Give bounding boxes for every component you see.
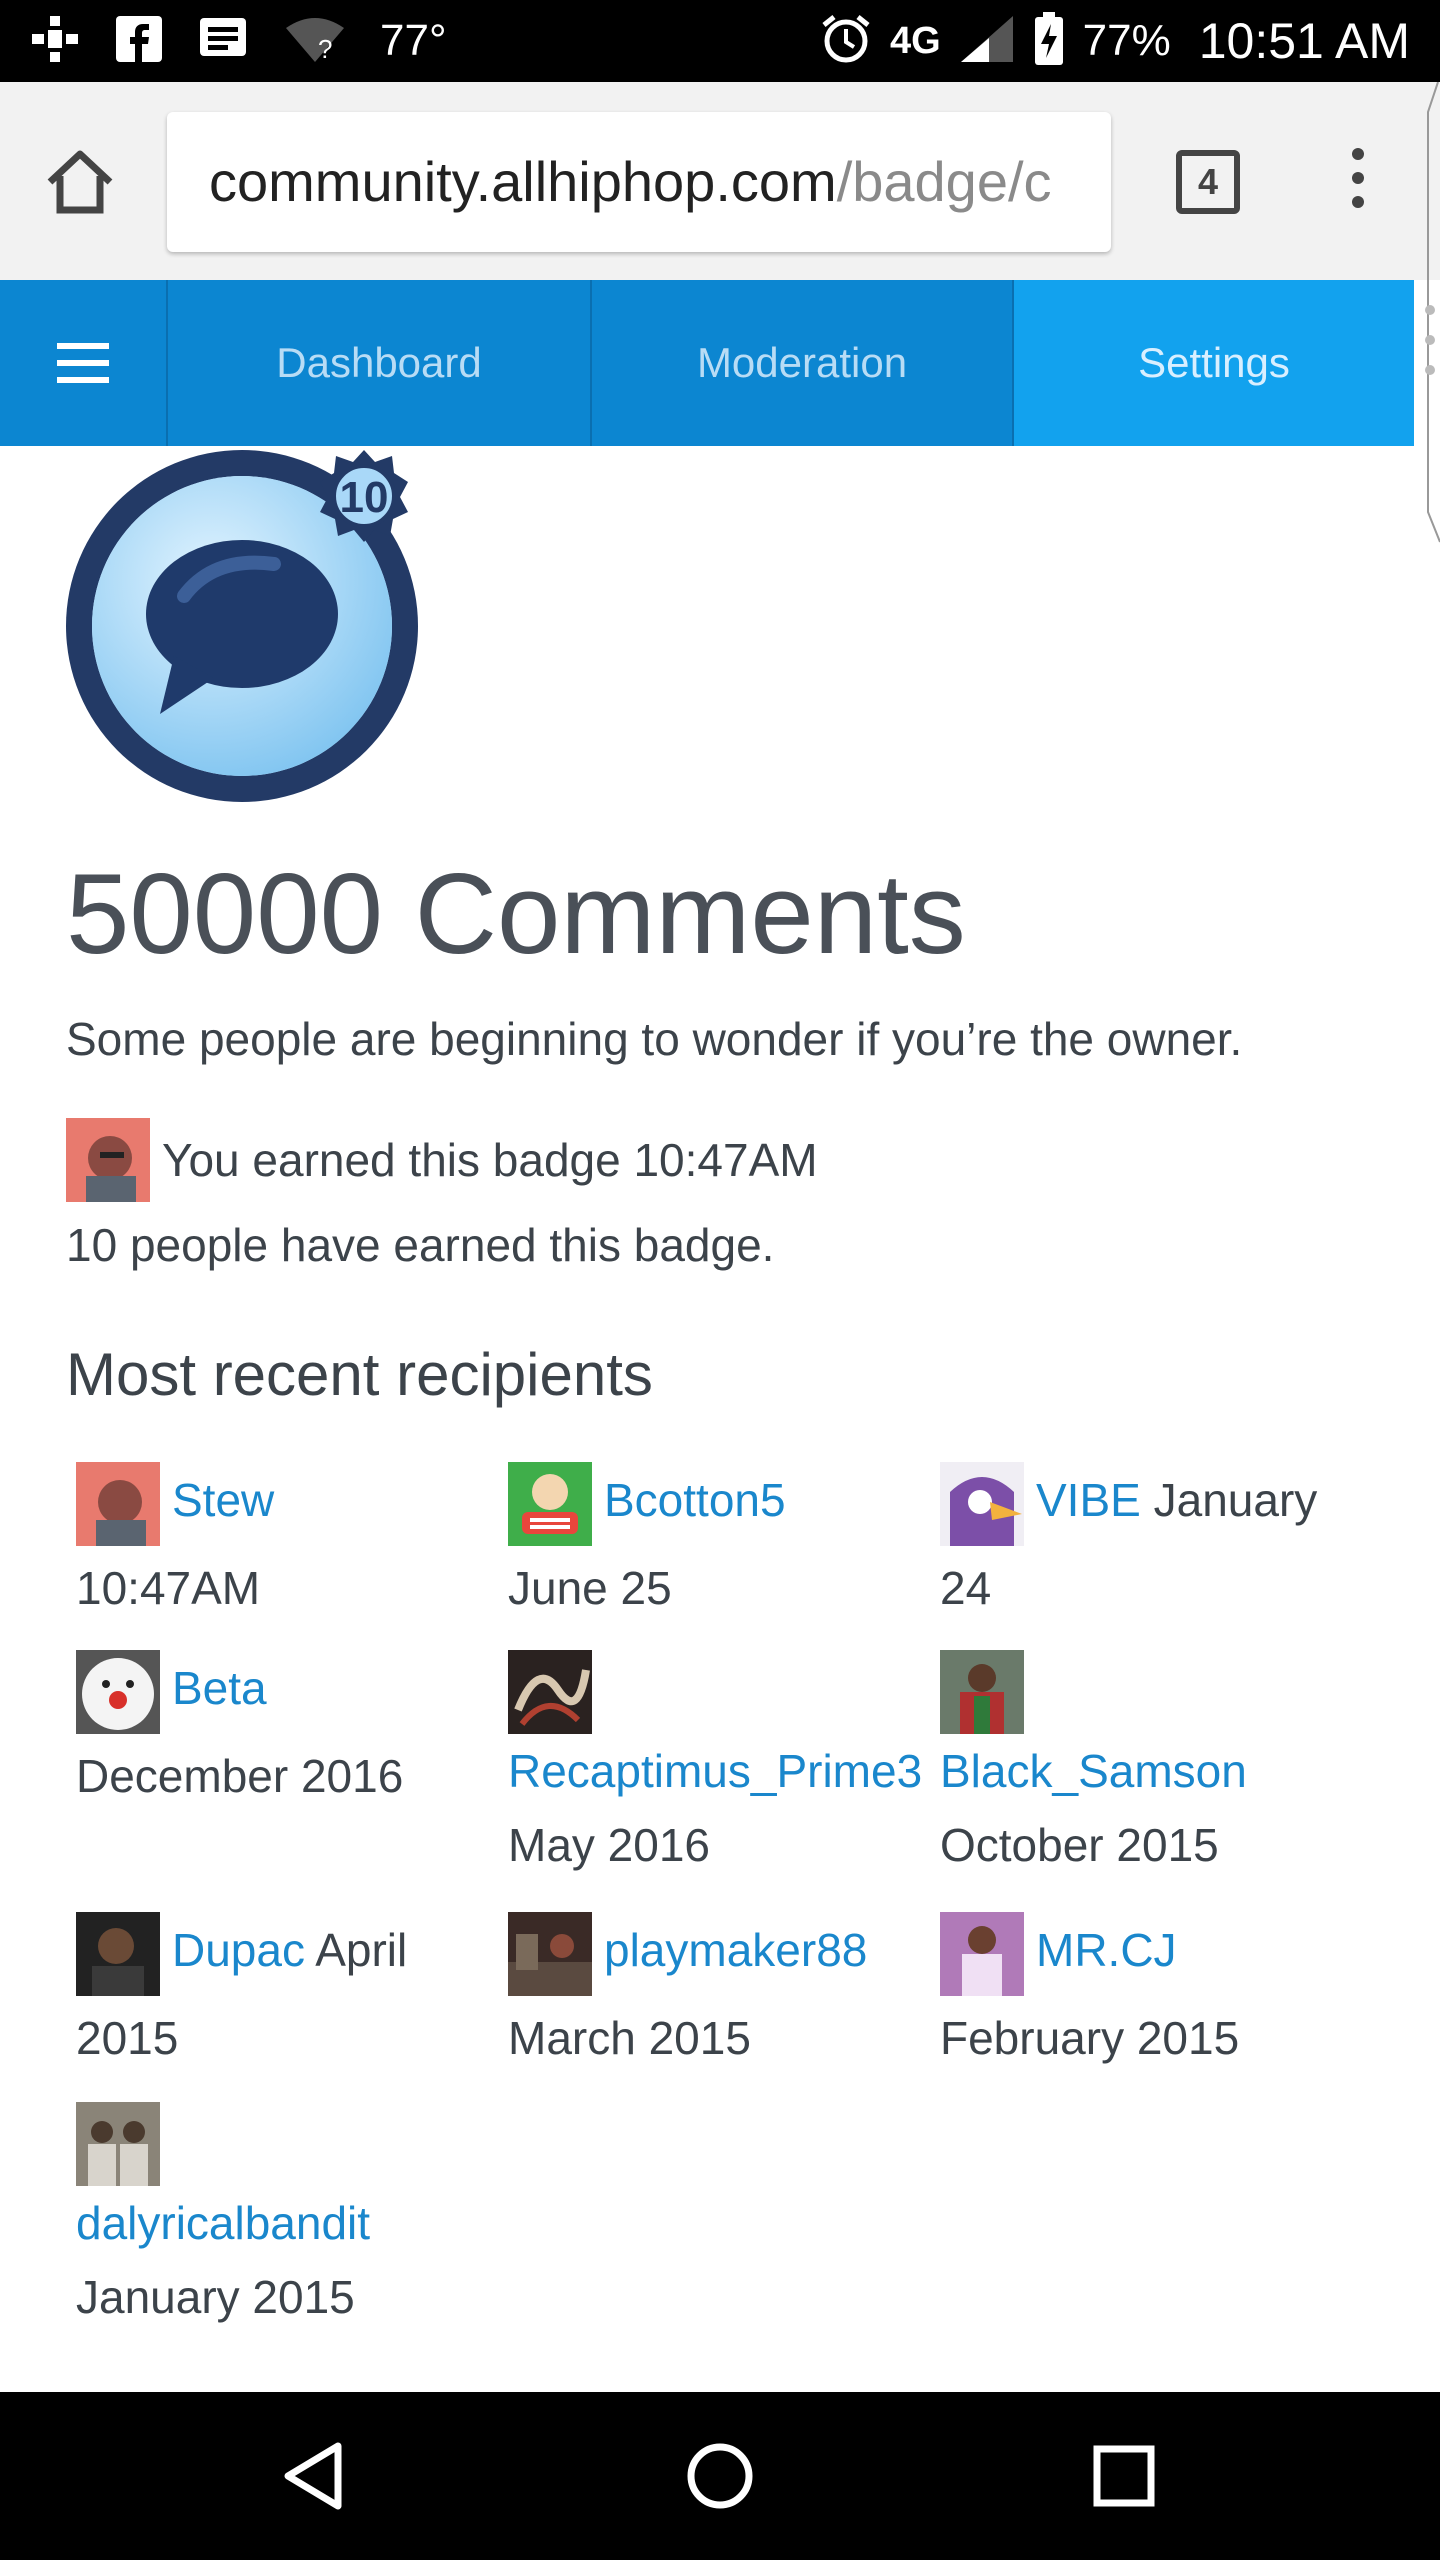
avatar[interactable] <box>76 2101 160 2186</box>
overflow-menu-icon[interactable] <box>1338 148 1378 228</box>
list-item: playmaker88 March 2015 <box>508 1908 928 2080</box>
list-item: dalyricalbandit January 2015 <box>76 2098 496 2334</box>
list-item: Stew 10:47AM <box>76 1458 496 1630</box>
url-domain: community.allhiphop.com <box>209 150 837 213</box>
list-item: Dupac April 2015 <box>76 1908 496 2080</box>
site-nav: Dashboard Moderation Settings <box>0 280 1414 446</box>
message-icon <box>198 14 250 69</box>
battery-charging-icon <box>1033 11 1065 71</box>
hamburger-menu-icon[interactable] <box>0 280 168 446</box>
tab-moderation[interactable]: Moderation <box>592 280 1014 446</box>
recents-icon[interactable] <box>1074 2426 1174 2526</box>
avatar[interactable] <box>66 1118 150 1202</box>
avatar[interactable] <box>76 1911 160 1996</box>
facebook-icon <box>114 14 164 69</box>
browser-toolbar: community.allhiphop.com/badge/c 4 <box>0 82 1440 280</box>
recipient-link[interactable]: Bcotton5 <box>604 1474 786 1526</box>
list-item: Black_Samson October 2015 <box>940 1646 1360 1882</box>
avatar[interactable] <box>508 1911 592 1996</box>
recipient-link[interactable]: playmaker88 <box>604 1924 867 1976</box>
url-path: /badge/c <box>836 150 1052 213</box>
list-item: MR.CJ February 2015 <box>940 1908 1360 2080</box>
list-item: Bcotton5 June 25 <box>508 1458 928 1630</box>
avatar[interactable] <box>940 1461 1024 1546</box>
badge-level: 10 <box>340 473 389 522</box>
network-type: 4G <box>889 19 941 62</box>
back-icon[interactable] <box>266 2426 366 2526</box>
list-item: Beta December 2016 <box>76 1646 496 1818</box>
avatar[interactable] <box>940 1649 1024 1734</box>
recipient-date: June 25 <box>508 1561 672 1614</box>
home-icon[interactable] <box>40 142 120 222</box>
recipient-date: May 2016 <box>508 1818 711 1871</box>
avatar[interactable] <box>508 1649 592 1734</box>
tab-dashboard[interactable]: Dashboard <box>168 280 592 446</box>
recent-recipients-heading: Most recent recipients <box>66 1341 653 1408</box>
alarm-icon <box>820 13 872 70</box>
recipient-date: October 2015 <box>940 1818 1219 1871</box>
side-drawer-handle[interactable] <box>1414 81 1440 602</box>
recipient-link[interactable]: Beta <box>172 1662 267 1714</box>
list-item: Recaptimus_Prime3 May 2016 <box>508 1646 932 1882</box>
avatar[interactable] <box>508 1461 592 1546</box>
badge-title: 50000 Comments <box>66 851 966 978</box>
recipient-link[interactable]: Dupac <box>172 1924 305 1976</box>
tab-settings[interactable]: Settings <box>1014 280 1414 446</box>
dropbox-icon <box>30 14 80 69</box>
tab-switcher-button[interactable]: 4 <box>1176 150 1240 214</box>
recipient-date: December 2016 <box>76 1749 404 1802</box>
recipient-date: February 2015 <box>940 2011 1240 2064</box>
url-bar[interactable]: community.allhiphop.com/badge/c <box>167 112 1111 252</box>
recipient-link[interactable]: Recaptimus_Prime3 <box>508 1734 932 1808</box>
list-item: VIBE January 24 <box>940 1458 1360 1630</box>
avatar[interactable] <box>76 1461 160 1546</box>
signal-icon <box>959 14 1015 69</box>
earned-text: You earned this badge 10:47AM <box>162 1134 818 1186</box>
avatar[interactable] <box>940 1911 1024 1996</box>
svg-text:?: ? <box>318 34 332 64</box>
recipient-date: January 2015 <box>76 2270 355 2323</box>
status-bar: ? 77° 4G 77% 10:51 AM <box>0 0 1440 82</box>
recipient-link[interactable]: MR.CJ <box>1036 1924 1177 1976</box>
system-nav-bar <box>0 2392 1440 2560</box>
avatar[interactable] <box>76 1649 160 1734</box>
recipient-date: March 2015 <box>508 2011 751 2064</box>
earned-count: 10 people have earned this badge. <box>66 1219 775 1271</box>
home-circle-icon[interactable] <box>670 2426 770 2526</box>
badge-image: 10 <box>64 446 424 806</box>
battery-percent: 77% <box>1082 16 1171 65</box>
recipient-link[interactable]: Stew <box>172 1474 274 1526</box>
recipient-link[interactable]: VIBE <box>1036 1474 1141 1526</box>
recipient-link[interactable]: dalyricalbandit <box>76 2186 496 2260</box>
wifi-question-icon: ? <box>284 14 346 69</box>
recipient-date: 10:47AM <box>76 1561 261 1614</box>
temperature: 77° <box>380 16 447 65</box>
earned-line: You earned this badge 10:47AM <box>66 1118 818 1202</box>
badge-description: Some people are beginning to wonder if y… <box>66 1013 1243 1065</box>
recipient-link[interactable]: Black_Samson <box>940 1734 1360 1808</box>
clock: 10:51 AM <box>1198 13 1410 69</box>
